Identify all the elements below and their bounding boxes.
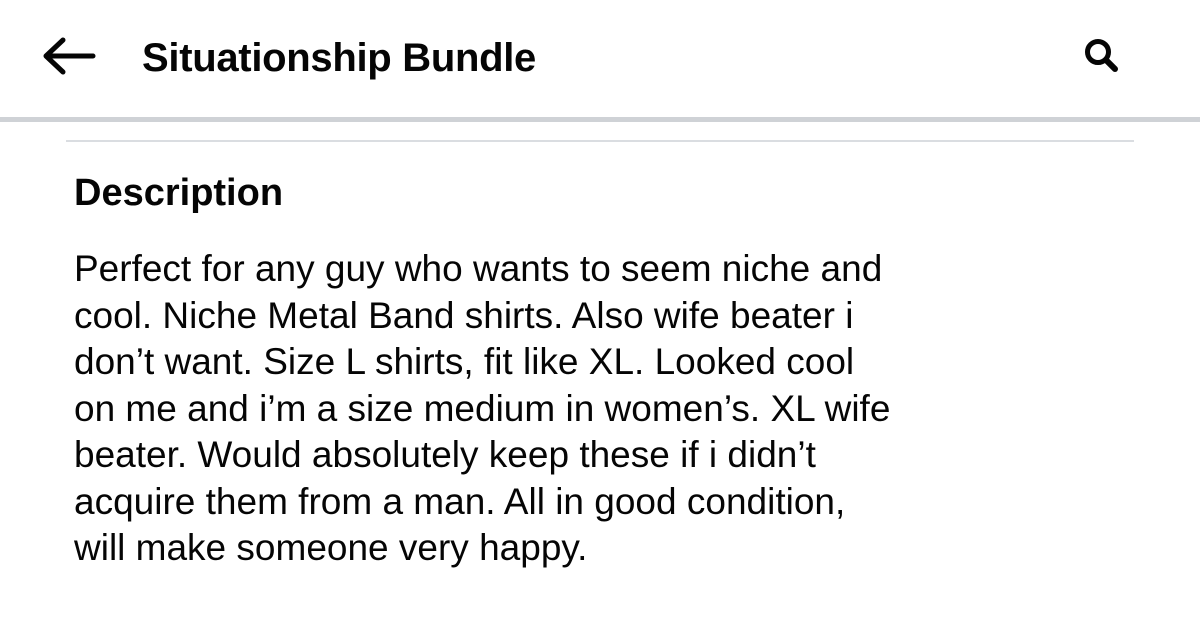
description-line: acquire them from a man. All in good con… (74, 480, 846, 522)
description-line: cool. Niche Metal Band shirts. Also wife… (74, 294, 854, 336)
search-icon (1085, 39, 1118, 72)
description-line: beater. Would absolutely keep these if i… (74, 434, 816, 475)
description-line: will make someone very happy. (74, 527, 588, 568)
description-line: Perfect for any guy who wants to seem ni… (74, 248, 883, 289)
description-text: Perfect for any guy who wants to seem ni… (74, 246, 1084, 572)
header-divider (0, 117, 1200, 122)
arrow-left-icon (43, 37, 96, 75)
top-navigation-bar: Situationship Bundle (0, 0, 1200, 118)
search-button[interactable] (1076, 30, 1128, 82)
description-line: on me and i’m a size medium in women’s. … (74, 387, 891, 429)
description-line: don’t want. Size L shirts, fit like XL. … (74, 341, 855, 382)
marketplace-listing-screen: Situationship Bundle Description Perfect… (0, 0, 1200, 634)
back-button[interactable] (36, 30, 100, 82)
page-title: Situationship Bundle (142, 36, 536, 80)
description-heading: Description (74, 172, 284, 214)
section-divider (66, 140, 1134, 142)
